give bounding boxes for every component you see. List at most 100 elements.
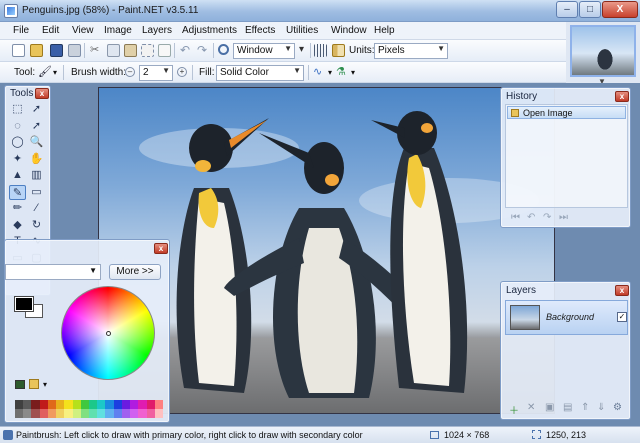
menu-help[interactable]: Help [374, 25, 395, 36]
maximize-button[interactable]: □ [579, 1, 601, 18]
recolor-icon[interactable]: ↻ [28, 218, 45, 233]
menu-adjustments[interactable]: Adjustments [182, 25, 237, 36]
palette-swatch[interactable] [80, 409, 89, 418]
paintbrush-icon[interactable]: ✎ [9, 184, 26, 200]
menu-utilities[interactable]: Utilities [286, 25, 318, 36]
undo-icon[interactable]: ↶ [527, 212, 535, 223]
palette-swatch[interactable] [80, 400, 89, 409]
menu-view[interactable]: View [72, 25, 94, 36]
new-file-icon[interactable] [12, 44, 25, 57]
palette-swatch[interactable] [47, 400, 57, 409]
blend-mode-icon[interactable]: ⚗ [336, 66, 349, 79]
menu-layers[interactable]: Layers [142, 25, 172, 36]
menu-window[interactable]: Window [331, 25, 367, 36]
primary-color-swatch[interactable] [14, 296, 34, 312]
copy-icon[interactable] [107, 44, 120, 57]
palette-swatch[interactable] [72, 409, 81, 418]
image-tab-thumbnail[interactable] [570, 25, 636, 77]
move-layer-up-icon[interactable]: ⇑ [581, 402, 589, 413]
ellipse-select-icon[interactable]: ◯ [9, 135, 26, 150]
chevron-down-icon[interactable]: ▾ [351, 68, 355, 77]
palette-swatch[interactable] [138, 409, 147, 418]
cut-icon[interactable]: ✂ [90, 44, 103, 57]
palette-swatch[interactable] [72, 400, 81, 409]
palette-swatch[interactable] [97, 409, 106, 418]
gradient-icon[interactable]: ▥ [28, 168, 45, 183]
menu-image[interactable]: Image [104, 25, 132, 36]
merge-layer-icon[interactable]: ▤ [563, 402, 572, 413]
eraser-icon[interactable]: ▭ [28, 185, 45, 200]
layer-properties-icon[interactable]: ⚙ [613, 402, 622, 413]
palette-swatch[interactable] [47, 409, 57, 418]
current-tool-paintbrush-icon[interactable]: 🖌 [38, 66, 52, 79]
grid-icon[interactable] [314, 44, 327, 57]
palette-swatch[interactable] [146, 409, 155, 418]
decrease-width-icon[interactable]: – [125, 67, 135, 77]
close-button[interactable]: X [602, 1, 638, 18]
palette-menu-icon[interactable] [29, 379, 39, 389]
palette-swatch[interactable] [138, 400, 147, 409]
palette-swatch[interactable] [105, 409, 114, 418]
clone-stamp-icon[interactable]: ◆ [9, 218, 26, 233]
palette-swatch[interactable] [121, 409, 131, 418]
fast-forward-icon[interactable]: ⏭ [559, 212, 568, 223]
antialiasing-icon[interactable]: ∿ [313, 66, 326, 79]
minimize-button[interactable]: – [556, 1, 578, 18]
reset-colors-icon[interactable] [15, 380, 25, 389]
menu-file[interactable]: File [13, 25, 29, 36]
magic-wand-icon[interactable]: ✦ [9, 152, 26, 167]
rectangle-select-icon[interactable]: ⬚ [9, 102, 26, 117]
palette-swatch[interactable] [64, 409, 73, 418]
fill-combo[interactable]: Solid Color ▼ [216, 65, 304, 81]
color-choice-dropdown[interactable]: ▼ [5, 264, 101, 280]
palette-swatch[interactable] [56, 400, 65, 409]
palette-swatch[interactable] [130, 409, 139, 418]
palette-swatch[interactable] [89, 400, 98, 409]
history-close-button[interactable]: x [615, 91, 629, 102]
layers-close-button[interactable]: x [615, 285, 629, 296]
undo-icon[interactable]: ↶ [180, 44, 193, 57]
menu-edit[interactable]: Edit [42, 25, 59, 36]
palette-swatch[interactable] [31, 400, 40, 409]
palette-swatch[interactable] [130, 400, 139, 409]
tools-close-button[interactable]: x [35, 88, 49, 99]
colors-close-button[interactable]: x [154, 243, 168, 254]
deselect-icon[interactable] [158, 44, 171, 57]
redo-icon[interactable]: ↷ [543, 212, 551, 223]
print-icon[interactable] [68, 44, 81, 57]
redo-icon[interactable]: ↷ [197, 44, 210, 57]
move-selection-icon[interactable]: ➚ [28, 102, 45, 117]
paste-icon[interactable] [124, 44, 137, 57]
palette-swatch[interactable] [105, 400, 114, 409]
duplicate-layer-icon[interactable]: ▣ [545, 402, 554, 413]
palette-swatch[interactable] [146, 400, 155, 409]
layer-row[interactable]: Background ✓ [505, 300, 628, 335]
rewind-icon[interactable]: ⏮ [511, 212, 520, 223]
zoom-combo[interactable]: Window ▼ [233, 43, 295, 59]
paint-bucket-icon[interactable]: ▲ [9, 168, 26, 183]
add-layer-icon[interactable]: ＋ [509, 402, 519, 417]
pencil-icon[interactable]: ✏ [9, 201, 26, 216]
palette-swatch[interactable] [154, 400, 163, 409]
palette-swatch[interactable] [23, 400, 32, 409]
delete-layer-icon[interactable]: ✕ [527, 402, 535, 413]
palette-swatch[interactable] [23, 409, 32, 418]
palette-swatch[interactable] [15, 400, 24, 409]
palette-swatch[interactable] [154, 409, 163, 418]
move-selection-alt-icon[interactable]: ➚ [28, 119, 45, 134]
color-wheel-cursor[interactable] [106, 331, 111, 336]
palette-swatch[interactable] [97, 400, 106, 409]
increase-width-icon[interactable]: + [177, 67, 187, 77]
palette-swatch[interactable] [15, 409, 24, 418]
lasso-select-icon[interactable]: ◌ [9, 119, 26, 134]
units-combo[interactable]: Pixels ▼ [374, 43, 448, 59]
palette-swatch[interactable] [113, 400, 122, 409]
chevron-down-icon[interactable]: ▾ [43, 380, 47, 389]
move-layer-down-icon[interactable]: ⇓ [597, 402, 605, 413]
palette-swatch[interactable] [39, 400, 48, 409]
more-button[interactable]: More >> [109, 264, 161, 280]
palette-swatch[interactable] [31, 409, 40, 418]
crop-icon[interactable] [141, 44, 154, 57]
palette-swatch[interactable] [121, 400, 131, 409]
open-file-icon[interactable] [30, 44, 43, 57]
